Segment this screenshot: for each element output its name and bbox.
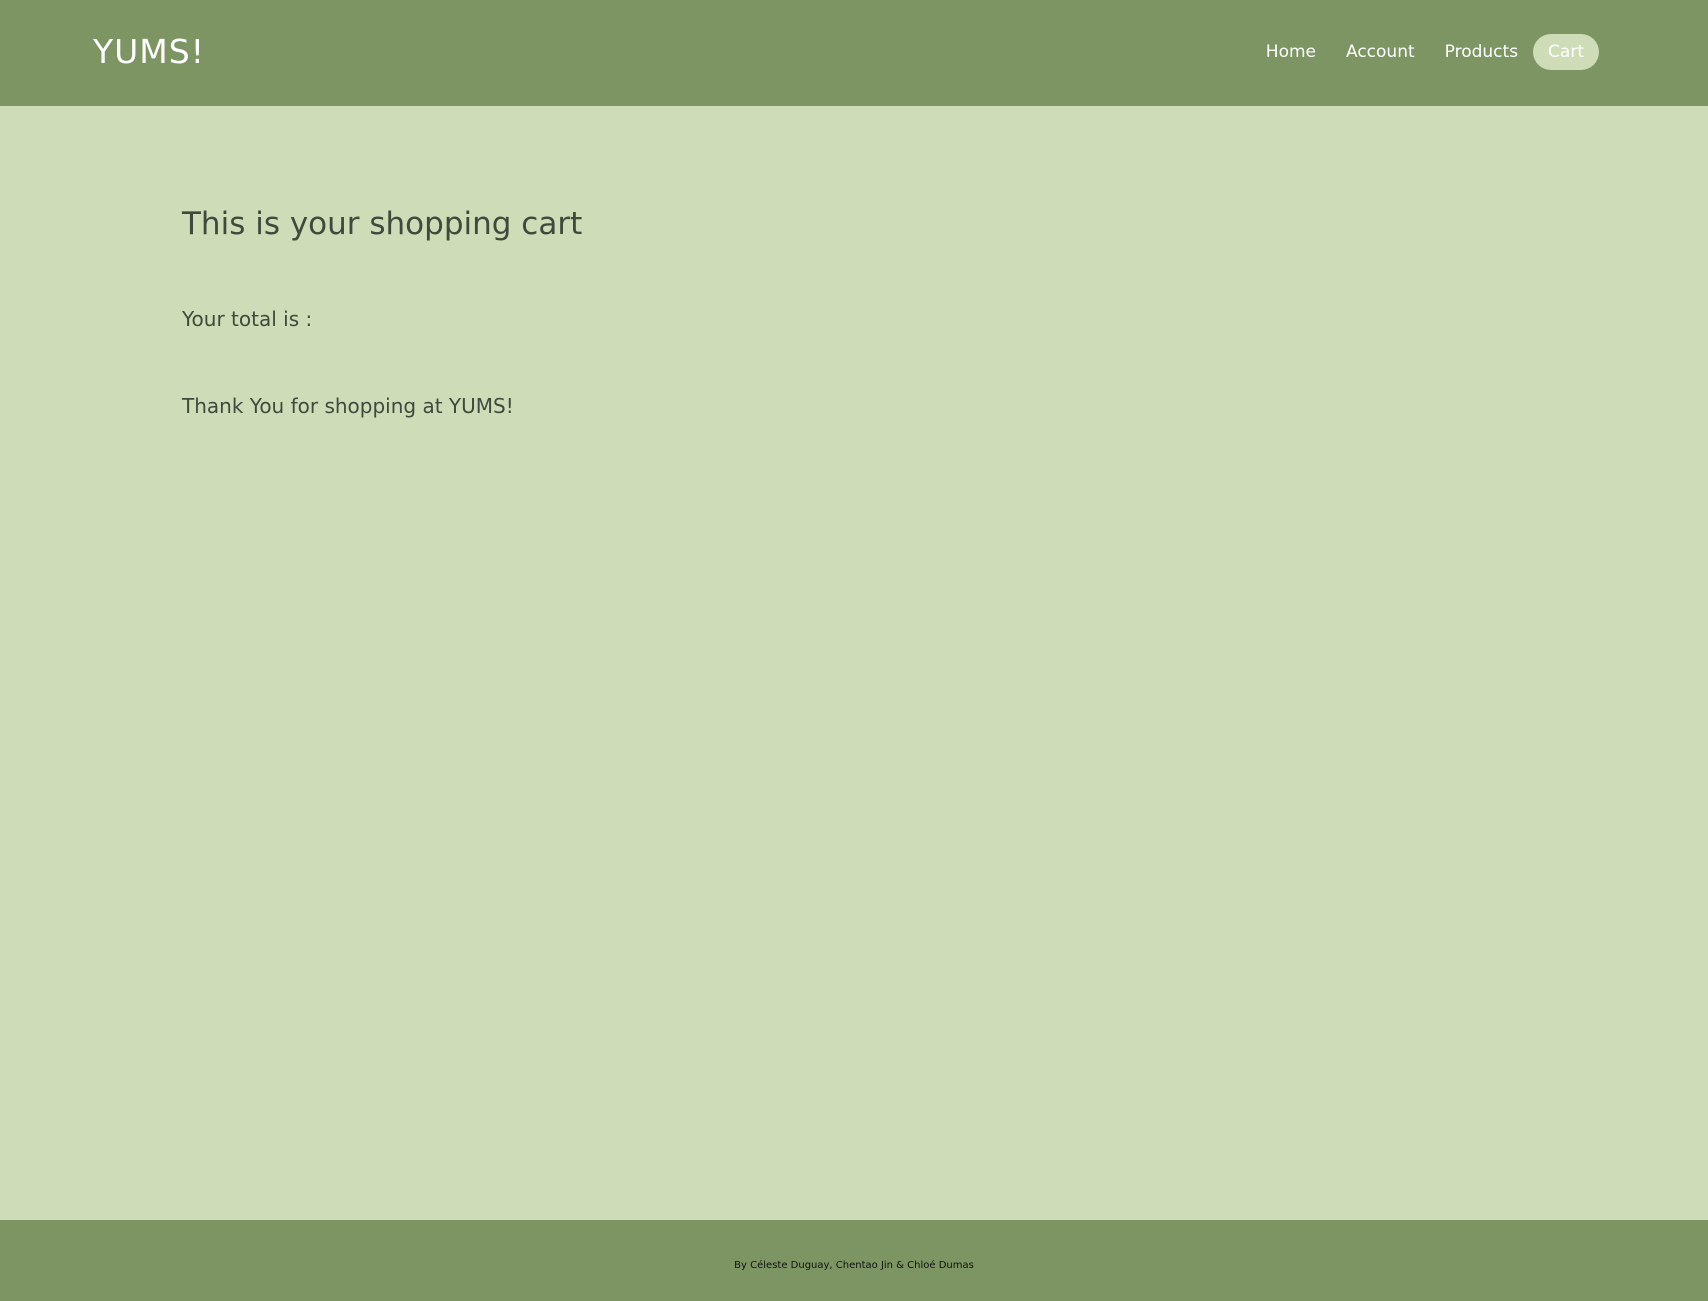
nav-item-products[interactable]: Products [1430, 34, 1533, 70]
main-nav: Home Account Products Cart [1251, 34, 1599, 70]
nav-item-cart[interactable]: Cart [1533, 34, 1599, 70]
cart-total-label: Your total is : [182, 307, 313, 331]
site-logo[interactable]: YUMS! [93, 30, 205, 74]
thank-you-message: Thank You for shopping at YUMS! [182, 394, 514, 418]
page-title: This is your shopping cart [182, 206, 583, 242]
nav-item-account[interactable]: Account [1331, 34, 1430, 70]
nav-item-home[interactable]: Home [1251, 34, 1331, 70]
cart-content: This is your shopping cart Your total is… [182, 200, 583, 418]
site-footer: By Céleste Duguay, Chentao Jin & Chloé D… [0, 1220, 1708, 1301]
footer-credits: By Céleste Duguay, Chentao Jin & Chloé D… [734, 1260, 974, 1271]
site-header: YUMS! Home Account Products Cart [0, 0, 1708, 106]
